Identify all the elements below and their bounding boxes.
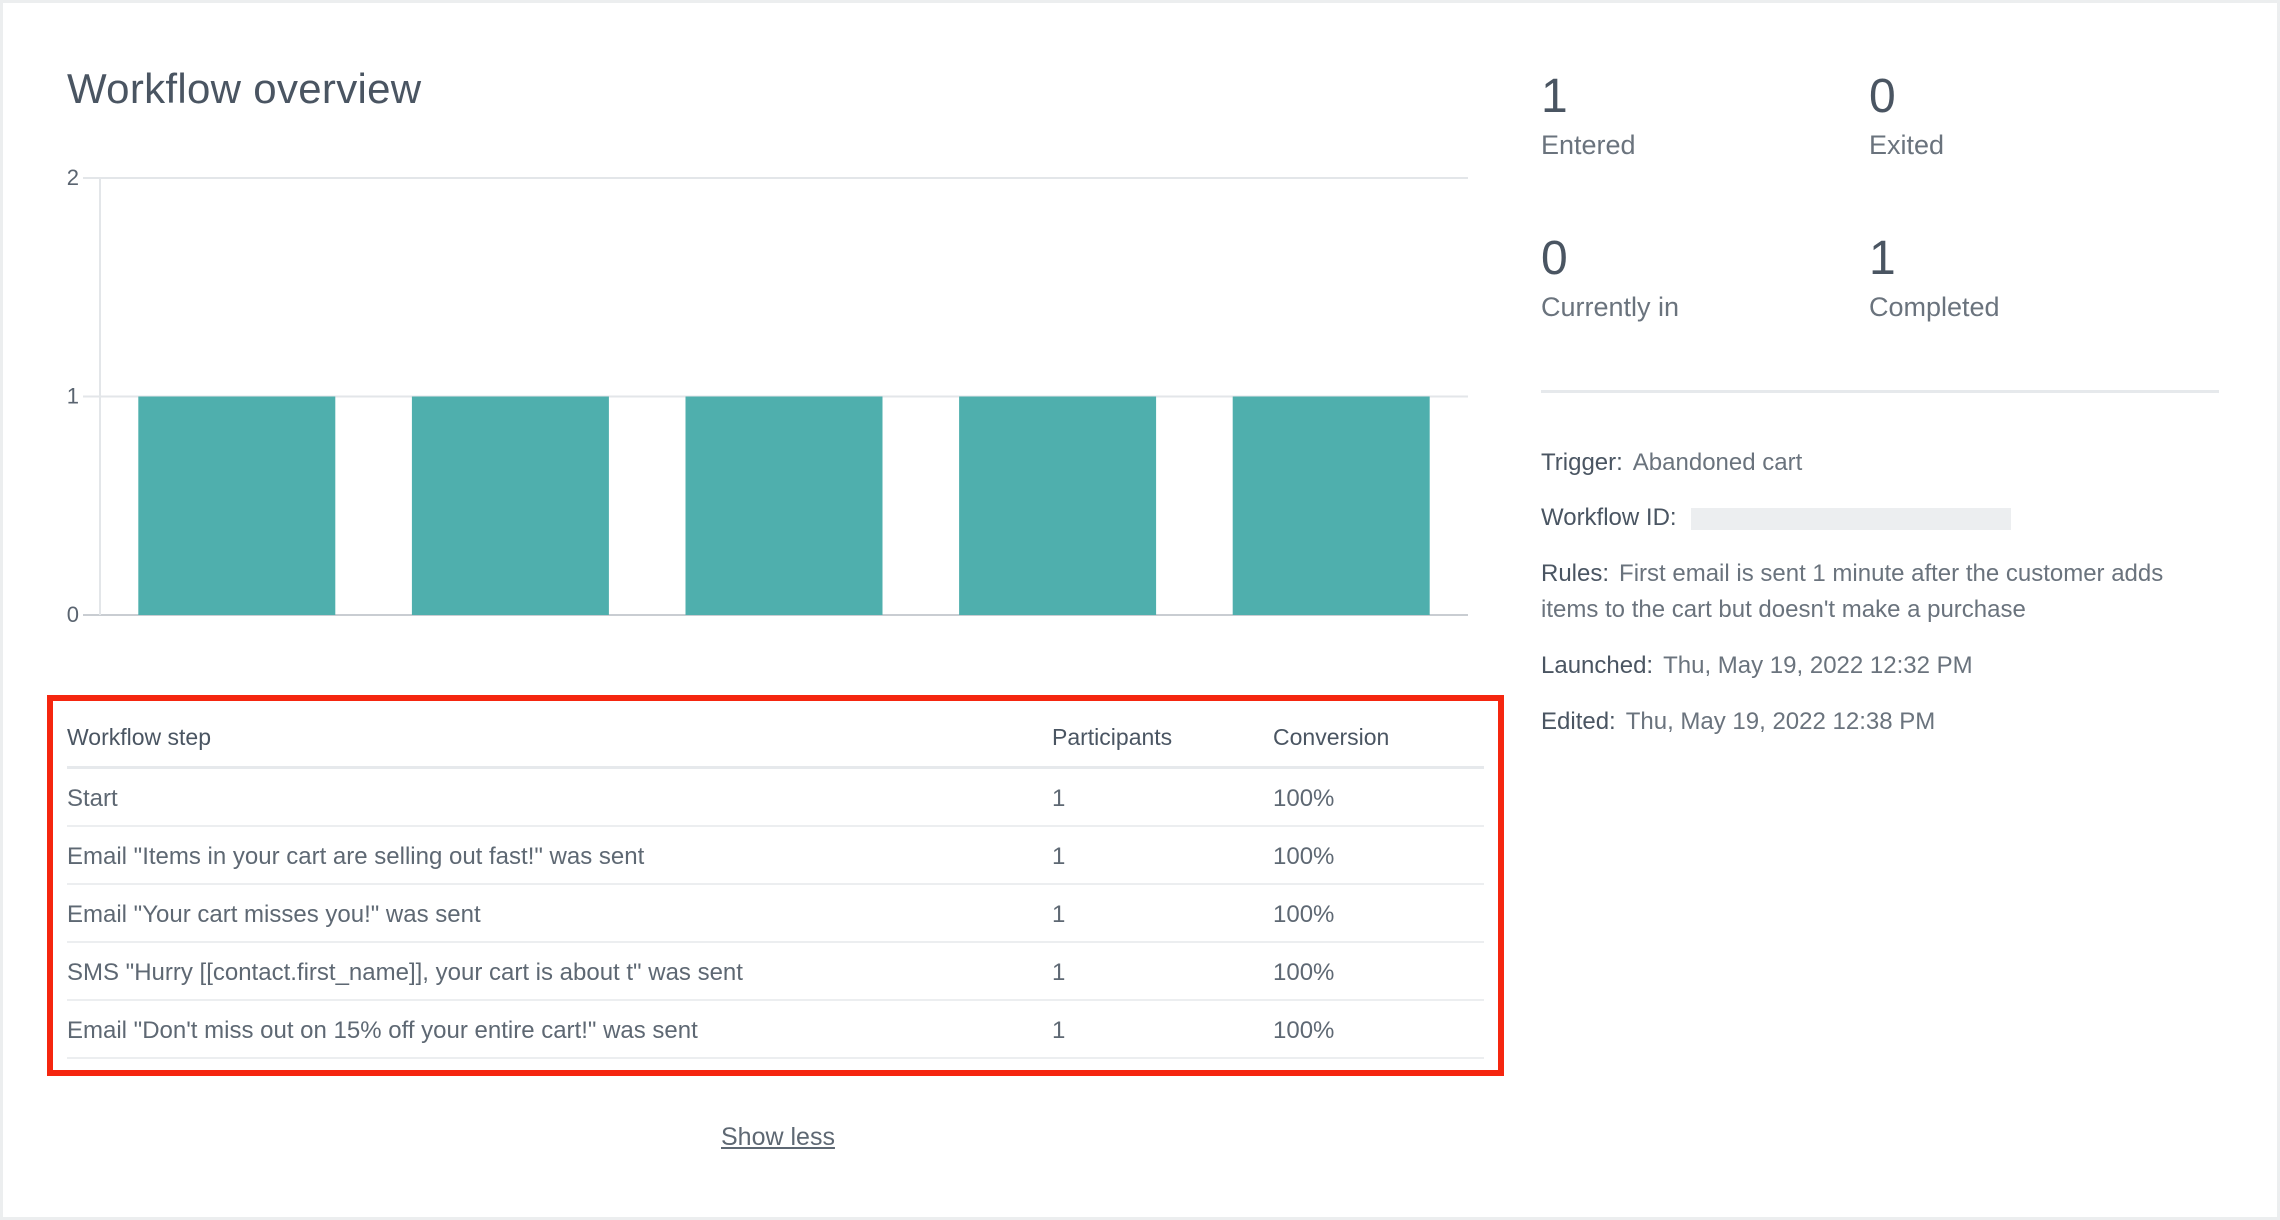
table-row: Email "Your cart misses you!" was sent 1… [67, 885, 1484, 943]
workflow-id-label: Workflow ID: [1541, 504, 1677, 531]
stat-exited-label: Exited [1869, 130, 1945, 160]
workflow-overview-panel: Workflow overview 0 1 2 Workflow step Part… [0, 0, 2280, 1220]
cell-step: SMS "Hurry [[contact.first_name]], your … [67, 959, 743, 986]
stat-currently-in-value: 0 [1541, 232, 1568, 285]
cell-participants: 1 [1052, 785, 1066, 812]
bar [1232, 396, 1430, 615]
stat-completed-value: 1 [1869, 232, 1896, 285]
cell-step: Email "Your cart misses you!" was sent [67, 901, 481, 928]
stat-exited-value: 0 [1869, 70, 1896, 123]
stat-entered: 1 Entered [1541, 67, 1636, 163]
launched-label: Launched: [1541, 652, 1654, 679]
stat-entered-value: 1 [1541, 70, 1568, 123]
stat-entered-label: Entered [1541, 130, 1636, 160]
cell-step: Email "Items in your cart are selling ou… [67, 843, 645, 870]
workflow-id-redacted [1690, 507, 2011, 530]
workflow-steps-table: Workflow step Participants Conversion St… [67, 711, 1484, 1059]
bar [138, 396, 336, 615]
table-header: Workflow step Participants Conversion [67, 711, 1484, 769]
cell-conversion: 100% [1273, 901, 1335, 928]
launched-row: Launched: Thu, May 19, 2022 12:32 PM [1541, 648, 2221, 684]
edited-label: Edited: [1541, 708, 1616, 735]
cell-conversion: 100% [1273, 1017, 1335, 1044]
rules-row: Rules: First email is sent 1 minute after… [1541, 556, 2221, 628]
y-tick-label: 1 [67, 384, 79, 409]
stat-exited: 0 Exited [1869, 67, 1944, 163]
cell-step: Start [67, 785, 118, 812]
table-row: Start 1 100% [67, 769, 1484, 827]
bar [411, 396, 609, 615]
trigger-row: Trigger: Abandoned cart [1541, 445, 2221, 481]
participants-bar-chart: 0 1 2 [3, 153, 1483, 653]
table-row: SMS "Hurry [[contact.first_name]], your … [67, 943, 1484, 1001]
workflow-steps-table-highlight: Workflow step Participants Conversion St… [47, 695, 1504, 1076]
edited-value: Thu, May 19, 2022 12:38 PM [1625, 708, 1936, 735]
workflow-id-row: Workflow ID: [1541, 500, 2221, 536]
table-row: Email "Items in your cart are selling ou… [67, 827, 1484, 885]
cell-participants: 1 [1052, 901, 1066, 928]
header-conversion: Conversion [1273, 724, 1390, 750]
chart-svg: 0 1 2 [67, 165, 1468, 627]
stat-completed-label: Completed [1869, 292, 2000, 322]
cell-participants: 1 [1052, 1017, 1066, 1044]
cell-conversion: 100% [1273, 843, 1335, 870]
stat-currently-in-label: Currently in [1541, 292, 1680, 322]
table-row: Email "Don't miss out on 15% off your en… [67, 1001, 1484, 1059]
stat-completed: 1 Completed [1869, 229, 2000, 325]
page-title: Workflow overview [67, 65, 422, 112]
cell-participants: 1 [1052, 843, 1066, 870]
cell-conversion: 100% [1273, 785, 1335, 812]
stats-divider [1541, 390, 2219, 393]
stat-currently-in: 0 Currently in [1541, 229, 1679, 325]
show-less-link[interactable]: Show less [721, 1123, 835, 1152]
edited-row: Edited: Thu, May 19, 2022 12:38 PM [1541, 704, 2221, 740]
trigger-label: Trigger: [1541, 449, 1623, 476]
rules-value: First email is sent 1 minute after the c… [1541, 560, 2164, 623]
bar [959, 396, 1157, 615]
cell-step: Email "Don't miss out on 15% off your en… [67, 1017, 698, 1044]
trigger-value: Abandoned cart [1632, 449, 1803, 476]
header-workflow-step: Workflow step [67, 724, 212, 750]
cell-participants: 1 [1052, 959, 1066, 986]
cell-conversion: 100% [1273, 959, 1335, 986]
bar [685, 396, 883, 615]
y-tick-label: 0 [67, 602, 79, 627]
header-participants: Participants [1052, 724, 1173, 750]
rules-label: Rules: [1541, 560, 1610, 587]
y-tick-label: 2 [67, 165, 79, 190]
launched-value: Thu, May 19, 2022 12:32 PM [1663, 652, 1973, 679]
